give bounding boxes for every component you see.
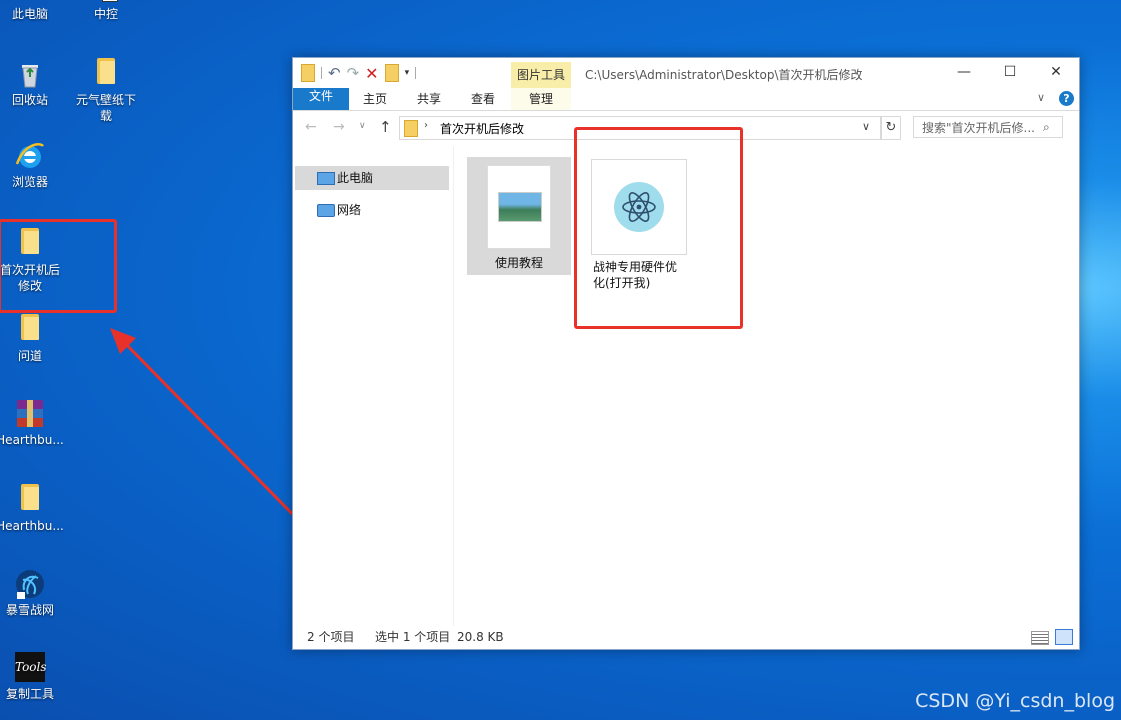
status-selected: 选中 1 个项目 xyxy=(375,630,451,644)
quick-access-toolbar: ↶ ↷ ✕ ▾ xyxy=(301,64,417,83)
breadcrumb-separator-icon: › xyxy=(424,120,428,131)
desktop-icon-hearthbuddy-folder[interactable]: Hearthbu... xyxy=(0,484,66,534)
desktop-icon-zhongkong[interactable]: 中控 xyxy=(70,0,142,22)
annotation-arrow xyxy=(110,328,312,534)
forward-icon[interactable]: → xyxy=(333,119,345,135)
navigation-pane: 此电脑 网络 xyxy=(293,146,454,626)
desktop-icon-label: 中控 xyxy=(93,7,118,21)
back-icon[interactable]: ← xyxy=(305,119,317,135)
folder-icon[interactable] xyxy=(301,64,315,82)
contextual-tab-picture-tools: 图片工具 xyxy=(511,62,571,88)
window-title-path: C:\Users\Administrator\Desktop\首次开机后修改 xyxy=(585,68,863,82)
tab-file[interactable]: 文件 xyxy=(293,88,349,110)
folder-icon xyxy=(404,120,418,137)
address-text: 首次开机后修改 xyxy=(440,122,525,136)
file-item-tutorial[interactable]: 使用教程 xyxy=(467,157,571,275)
desktop-icon-recycle-bin[interactable]: 回收站 xyxy=(0,58,66,108)
folder-icon xyxy=(97,58,115,84)
search-icon: ⌕ xyxy=(1043,120,1050,134)
app-icon xyxy=(102,0,118,2)
nav-item-this-pc[interactable]: 此电脑 xyxy=(295,166,449,190)
highlight-box-desktop xyxy=(0,219,117,313)
file-list: 使用教程 战神专用硬件优化(打开我) xyxy=(463,153,1073,623)
desktop-icon-wendao[interactable]: 问道 xyxy=(0,314,66,364)
desktop-icon-label: Hearthbu... xyxy=(0,433,64,447)
folder-icon xyxy=(21,484,39,510)
desktop-icon-label: 回收站 xyxy=(11,93,48,107)
status-size: 20.8 KB xyxy=(457,630,504,644)
undo-icon[interactable]: ↶ xyxy=(328,64,341,82)
ribbon-tabs: 文件 主页 共享 查看 管理 ∨ ? xyxy=(293,88,1079,111)
computer-icon xyxy=(317,172,335,185)
new-folder-icon[interactable] xyxy=(384,64,399,82)
close-button[interactable]: ✕ xyxy=(1033,58,1079,88)
tab-manage[interactable]: 管理 xyxy=(511,88,571,110)
image-file-icon xyxy=(487,165,551,249)
minimize-button[interactable]: — xyxy=(941,58,987,88)
tab-share[interactable]: 共享 xyxy=(407,88,451,110)
address-dropdown-icon[interactable]: ∨ xyxy=(862,120,870,133)
up-icon[interactable]: ↑ xyxy=(379,118,392,136)
recycle-bin-icon xyxy=(22,65,38,88)
nav-item-label: 网络 xyxy=(337,203,362,217)
desktop-icon-this-pc[interactable]: 此电脑 xyxy=(0,0,66,22)
folder-icon xyxy=(21,314,39,340)
customize-toolbar-icon[interactable]: ▾ xyxy=(405,68,410,78)
redo-icon[interactable]: ↷ xyxy=(347,64,360,82)
delete-icon[interactable]: ✕ xyxy=(365,64,378,83)
file-name: 使用教程 xyxy=(494,256,543,270)
highlight-box-file xyxy=(574,127,743,329)
separator xyxy=(321,67,322,79)
desktop-icon-wallpaper-download[interactable]: 元气壁纸下载 xyxy=(70,58,142,124)
tab-view[interactable]: 查看 xyxy=(461,88,505,110)
desktop-icon-label: 问道 xyxy=(17,349,42,363)
winrar-icon xyxy=(17,400,43,427)
desktop-icon-copy-tool[interactable]: Tools 复制工具 xyxy=(0,652,66,702)
search-input[interactable]: 搜索"首次开机后修... xyxy=(913,116,1063,138)
separator xyxy=(415,67,417,79)
desktop-icon-label: 此电脑 xyxy=(11,7,48,21)
ie-icon xyxy=(15,143,44,168)
desktop-icon-label: 元气壁纸下载 xyxy=(75,93,136,123)
nav-item-label: 此电脑 xyxy=(337,171,374,185)
nav-item-network[interactable]: 网络 xyxy=(295,198,449,222)
watermark: CSDN @Yi_csdn_blog xyxy=(915,690,1115,712)
status-bar: 2 个项目 选中 1 个项目 20.8 KB xyxy=(293,625,1079,649)
chevron-down-icon[interactable]: ∨ xyxy=(1037,91,1045,104)
desktop-icon-label: 复制工具 xyxy=(5,687,54,701)
network-icon xyxy=(317,204,335,217)
desktop-icon-label: 暴雪战网 xyxy=(5,603,54,617)
help-icon[interactable]: ? xyxy=(1059,91,1074,106)
recent-dropdown-icon[interactable]: ∨ xyxy=(359,121,366,131)
desktop-icon-browser[interactable]: 浏览器 xyxy=(0,140,66,190)
desktop-icon-label: 浏览器 xyxy=(11,175,48,189)
desktop-icon-battlenet[interactable]: 暴雪战网 xyxy=(0,568,66,618)
tools-icon: Tools xyxy=(15,652,47,682)
tab-home[interactable]: 主页 xyxy=(353,88,397,110)
refresh-icon[interactable]: ↻ xyxy=(881,116,901,140)
desktop-icon-label: Hearthbu... xyxy=(0,519,64,533)
battlenet-icon xyxy=(16,570,44,599)
large-icons-view-icon[interactable] xyxy=(1055,629,1073,645)
desktop-icon-hearthbuddy-archive[interactable]: Hearthbu... xyxy=(0,398,66,448)
title-bar: ↶ ↷ ✕ ▾ 图片工具 C:\Users\Administrator\Desk… xyxy=(293,58,1079,88)
status-item-count: 2 个项目 xyxy=(307,630,355,644)
details-view-icon[interactable] xyxy=(1031,631,1049,645)
maximize-button[interactable]: ☐ xyxy=(987,58,1033,88)
